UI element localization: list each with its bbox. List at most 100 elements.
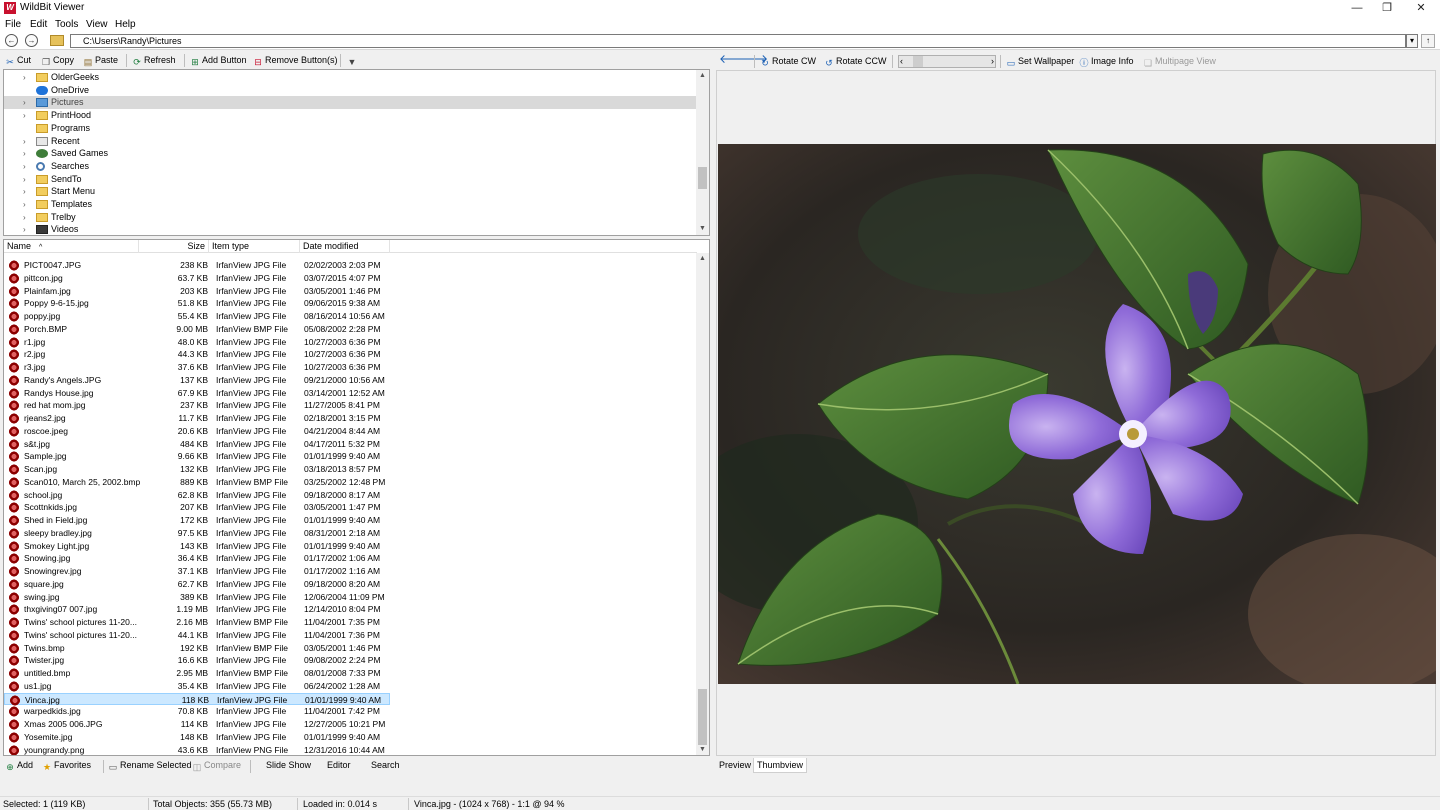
file-row[interactable]: Scottnkids.jpg 207 KB IrfanView JPG File 03… [4,501,390,514]
file-row[interactable]: thxgiving07 007.jpg 1.19 MB IrfanView JPG … [4,603,390,616]
maximize-button[interactable]: ❐ [1372,0,1402,17]
file-row[interactable]: Randys House.jpg 67.9 KB IrfanView JPG Fil… [4,387,390,400]
rotate-cw-button[interactable]: ↻ Rotate CW [760,55,816,68]
tree-item[interactable]: Programs [4,122,697,135]
close-button[interactable]: ✕ [1406,0,1436,17]
column-header-type[interactable]: Item type [209,240,300,253]
folder-icon[interactable] [50,35,64,46]
chevron-down-icon[interactable]: ▾ [1406,34,1418,48]
image-info-button[interactable]: ⓘ Image Info [1079,55,1133,68]
file-row[interactable]: s&t.jpg 484 KB IrfanView JPG File 04/17/201… [4,438,390,451]
expand-arrow-icon[interactable]: › [23,185,26,198]
expand-arrow-icon[interactable]: › [23,198,26,211]
file-row[interactable]: Smokey Light.jpg 143 KB IrfanView JPG File… [4,540,390,553]
expand-arrow-icon[interactable]: › [23,223,26,235]
menu-help[interactable]: Help [115,19,136,30]
add-button-button[interactable]: ⊞ Add Button [190,54,246,67]
up-folder-icon[interactable]: ↑ [1421,34,1435,48]
file-row[interactable]: r3.jpg 37.6 KB IrfanView JPG File 10/27/200… [4,361,390,374]
zoom-slider-thumb[interactable] [913,56,923,67]
file-row[interactable]: pittcon.jpg 63.7 KB IrfanView JPG File 03/0… [4,272,390,285]
multipage-view-button[interactable]: ❏ Multipage View [1143,55,1216,68]
file-list[interactable]: Name ^ Size Item type Date modified PICT0… [3,239,710,756]
file-row[interactable]: Xmas 2005 006.JPG 114 KB IrfanView JPG Fil… [4,718,390,731]
file-row[interactable]: Twister.jpg 16.6 KB IrfanView JPG File 09/0… [4,654,390,667]
set-wallpaper-button[interactable]: ▭ Set Wallpaper [1006,55,1074,68]
file-row[interactable]: rjeans2.jpg 11.7 KB IrfanView JPG File 02/1… [4,412,390,425]
file-row[interactable]: Plainfam.jpg 203 KB IrfanView JPG File 03/0… [4,285,390,298]
file-row[interactable]: r2.jpg 44.3 KB IrfanView JPG File 10/27/200… [4,348,390,361]
chevron-right-icon[interactable]: › [991,55,994,68]
menu-file[interactable]: File [5,19,21,30]
file-row[interactable]: Sample.jpg 9.66 KB IrfanView JPG File 01/01… [4,450,390,463]
image-viewer[interactable] [716,70,1436,756]
tree-item[interactable]: › Recent [4,135,697,148]
file-row[interactable]: red hat mom.jpg 237 KB IrfanView JPG File 1… [4,399,390,412]
file-list-scrollbar[interactable]: ▲ ▼ [696,253,709,755]
back-arrow-icon[interactable]: ← [5,34,18,47]
tree-item[interactable]: › OlderGeeks [4,71,697,84]
tree-item[interactable]: › PrintHood [4,109,697,122]
tree-item[interactable]: › Templates [4,198,697,211]
zoom-slider[interactable]: ‹ › [898,55,996,68]
file-row[interactable]: Poppy 9-6-15.jpg 51.8 KB IrfanView JPG Fil… [4,297,390,310]
tree-item[interactable]: OneDrive [4,84,697,97]
file-row[interactable]: Twins' school pictures 11-20... 2.16 MB Ir… [4,616,390,629]
favorites-button[interactable]: ★ Favorites [42,759,91,772]
file-row[interactable]: r1.jpg 48.0 KB IrfanView JPG File 10/27/200… [4,336,390,349]
file-row[interactable]: poppy.jpg 55.4 KB IrfanView JPG File 08/16/… [4,310,390,323]
tree-item[interactable]: › Pictures [4,96,697,110]
editor-button[interactable]: Editor [327,759,351,772]
file-row[interactable]: Vinca.jpg 118 KB IrfanView JPG File 01/01/1… [4,692,390,706]
chevron-up-icon[interactable]: ▲ [696,253,709,265]
tree-item[interactable]: › Videos [4,223,697,235]
menu-view[interactable]: View [86,19,108,30]
paste-button[interactable]: ▤ Paste [83,54,118,67]
expand-arrow-icon[interactable]: › [23,147,26,160]
column-header-name[interactable]: Name ^ [4,240,139,253]
file-row[interactable]: Twins.bmp 192 KB IrfanView BMP File 03/05/2… [4,642,390,655]
file-row[interactable]: youngrandy.png 43.6 KB IrfanView PNG File 1… [4,744,390,755]
rename-selected-button[interactable]: ▭ Rename Selected [108,759,192,772]
column-header-size[interactable]: Size [139,240,209,253]
slide-show-button[interactable]: Slide Show [266,759,311,772]
file-row[interactable]: untitled.bmp 2.95 MB IrfanView BMP File 08/… [4,667,390,680]
file-row[interactable]: Snowing.jpg 36.4 KB IrfanView JPG File 01/1… [4,552,390,565]
add-favorite-button[interactable]: ⊕ Add [5,759,33,772]
cut-button[interactable]: ✂ Cut [5,54,31,67]
address-input[interactable]: C:\Users\Randy\Pictures [70,34,1406,48]
tree-item[interactable]: › Searches [4,160,697,173]
chevron-down-icon[interactable]: ▼ [696,223,709,235]
forward-arrow-icon[interactable]: → [25,34,38,47]
menu-edit[interactable]: Edit [30,19,47,30]
expand-arrow-icon[interactable]: › [23,71,26,84]
file-row[interactable]: Snowingrev.jpg 37.1 KB IrfanView JPG File 0… [4,565,390,578]
file-row[interactable]: school.jpg 62.8 KB IrfanView JPG File 09/18… [4,489,390,502]
folder-tree[interactable]: › OlderGeeks OneDrive › Pictures › PrintHood Pr… [3,69,710,236]
file-row[interactable]: us1.jpg 35.4 KB IrfanView JPG File 06/24/20… [4,680,390,693]
chevron-left-icon[interactable]: ‹ [900,55,903,68]
file-row[interactable]: sleepy bradley.jpg 97.5 KB IrfanView JPG F… [4,527,390,540]
copy-button[interactable]: ❐ Copy [41,54,74,67]
chevron-up-icon[interactable]: ▲ [696,70,709,82]
expand-arrow-icon[interactable]: › [23,211,26,224]
menu-tools[interactable]: Tools [55,19,78,30]
expand-arrow-icon[interactable]: › [23,160,26,173]
tree-scrollbar-thumb[interactable] [698,167,707,189]
file-row[interactable]: Randy's Angels.JPG 137 KB IrfanView JPG Fi… [4,374,390,387]
rotate-ccw-button[interactable]: ↺ Rotate CCW [824,55,886,68]
compare-button[interactable]: ◫ Compare [192,759,241,772]
tree-scrollbar[interactable]: ▲ ▼ [696,70,709,235]
tree-item[interactable]: › SendTo [4,173,697,186]
tree-item[interactable]: › Saved Games [4,147,697,160]
file-row[interactable]: Twins' school pictures 11-20... 44.1 KB Ir… [4,629,390,642]
file-row[interactable]: Shed in Field.jpg 172 KB IrfanView JPG Fil… [4,514,390,527]
remove-button-button[interactable]: ⊟ Remove Button(s) [253,54,337,67]
file-row[interactable]: Scan010, March 25, 2002.bmp 889 KB IrfanVi… [4,476,390,489]
chevron-down-icon[interactable]: ▼ [696,744,709,755]
file-row[interactable]: PICT0047.JPG 238 KB IrfanView JPG File 02/0… [4,259,390,272]
file-row[interactable]: Yosemite.jpg 148 KB IrfanView JPG File 01/0… [4,731,390,744]
file-row[interactable]: square.jpg 62.7 KB IrfanView JPG File 09/18… [4,578,390,591]
tree-item[interactable]: › Trelby [4,211,697,224]
expand-arrow-icon[interactable]: › [23,135,26,148]
